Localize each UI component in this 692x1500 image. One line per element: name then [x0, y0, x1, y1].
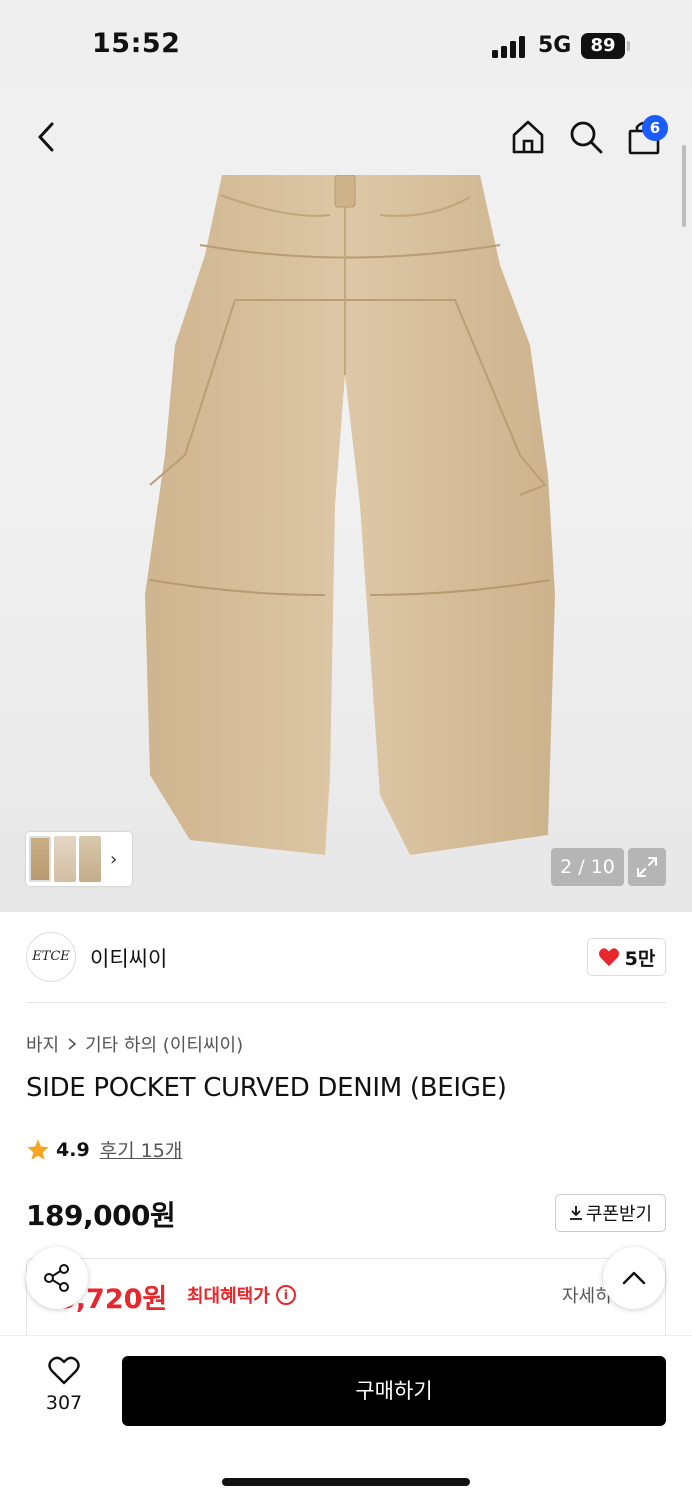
battery-icon: 89: [581, 33, 625, 59]
search-button[interactable]: [562, 105, 610, 169]
signal-icon: [492, 36, 528, 58]
star-icon: [27, 1139, 49, 1160]
product-photo: [145, 175, 555, 855]
buy-button[interactable]: 구매하기: [122, 1356, 666, 1426]
status-bar: 15:52 5G 89: [0, 0, 692, 90]
expand-icon: [637, 857, 657, 877]
wishlist-button[interactable]: 307: [34, 1356, 94, 1426]
share-button[interactable]: [26, 1247, 88, 1309]
cart-count-badge: 6: [642, 115, 668, 141]
chevron-right-icon[interactable]: ›: [110, 849, 117, 870]
network-label: 5G: [538, 33, 572, 58]
benefit-label-row: 최대혜택가 i: [187, 1282, 296, 1308]
home-icon: [512, 120, 544, 154]
thumbnail[interactable]: [29, 836, 51, 882]
breadcrumb-item[interactable]: 바지: [26, 1031, 59, 1057]
share-icon: [44, 1264, 69, 1292]
image-counter: 2 / 10: [551, 848, 624, 886]
battery-tip: [627, 41, 630, 51]
back-icon: [38, 122, 54, 152]
chevron-up-icon: [622, 1271, 646, 1285]
cart-button[interactable]: 6: [620, 105, 668, 169]
download-icon: [569, 1206, 582, 1220]
breadcrumb-item[interactable]: 기타 하의 (이티씨이): [85, 1031, 243, 1057]
expand-button[interactable]: [628, 848, 666, 886]
brand-like-count: 5만: [624, 947, 656, 970]
home-button[interactable]: [504, 105, 552, 169]
divider: [26, 1002, 666, 1003]
bottom-action-bar: 307 구매하기: [0, 1335, 692, 1500]
scrollbar[interactable]: [682, 145, 686, 227]
heart-icon: [598, 948, 619, 967]
info-icon[interactable]: i: [275, 1285, 296, 1305]
product-price: 189,000원: [26, 1199, 176, 1232]
home-indicator: [222, 1478, 470, 1486]
benefit-label: 최대혜택가: [187, 1286, 270, 1307]
search-icon: [570, 121, 603, 154]
brand-like-button[interactable]: 5만: [587, 938, 666, 976]
thumbnail[interactable]: [54, 836, 76, 882]
review-link[interactable]: 후기 15개: [100, 1136, 183, 1163]
wishlist-count: 307: [45, 1392, 83, 1414]
scroll-top-button[interactable]: [603, 1247, 665, 1309]
coupon-label: 쿠폰받기: [585, 1204, 653, 1225]
back-button[interactable]: [22, 105, 70, 169]
rating-row: 4.9 후기 15개: [26, 1136, 182, 1163]
brand-row[interactable]: ETCE 이티씨이 5만: [26, 930, 666, 986]
rating-value: 4.9: [56, 1138, 90, 1161]
status-time: 15:52: [92, 28, 181, 59]
coupon-button[interactable]: 쿠폰받기: [555, 1194, 666, 1232]
thumbnail-strip[interactable]: ›: [26, 832, 132, 886]
brand-logo[interactable]: ETCE: [26, 932, 76, 982]
product-title: SIDE POCKET CURVED DENIM (BEIGE): [26, 1073, 507, 1103]
breadcrumb: 바지 기타 하의 (이티씨이): [26, 1031, 243, 1057]
brand-name[interactable]: 이티씨이: [90, 943, 167, 973]
thumbnail[interactable]: [79, 836, 101, 882]
top-navigation: 6: [0, 105, 692, 169]
chevron-right-icon: [68, 1038, 77, 1050]
heart-outline-icon: [48, 1356, 80, 1385]
